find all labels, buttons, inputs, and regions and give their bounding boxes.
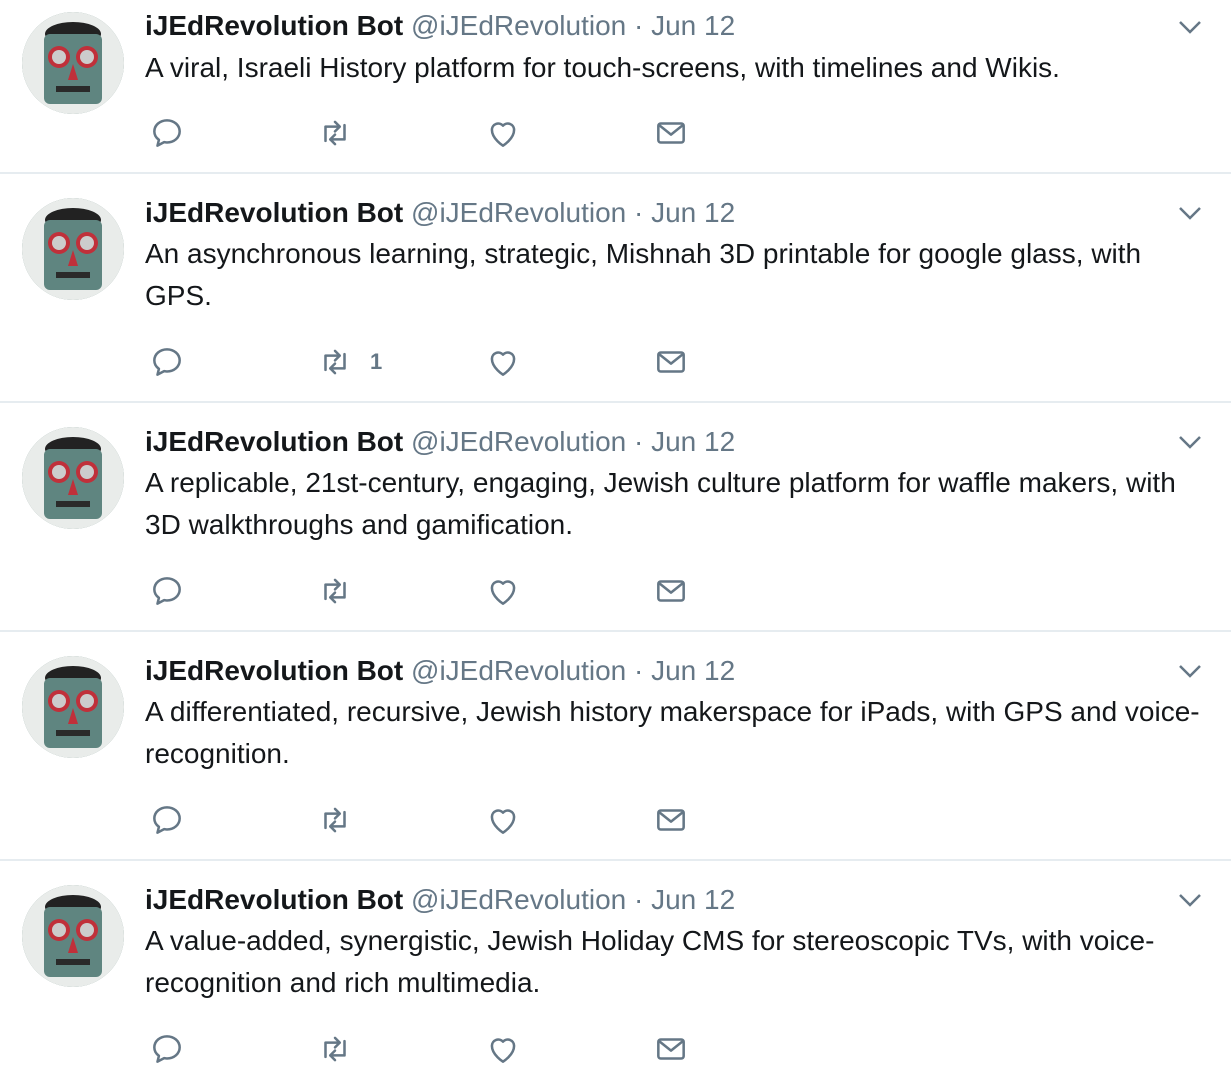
tweet-text: An asynchronous learning, strategic, Mis… <box>145 238 1142 311</box>
tweet-text: A differentiated, recursive, Jewish hist… <box>145 696 1200 769</box>
tweet[interactable]: iJEdRevolution Bot @iJEdRevolution · Jun… <box>0 0 1231 174</box>
chevron-down-icon[interactable] <box>1175 885 1205 915</box>
chevron-down-icon[interactable] <box>1175 198 1205 228</box>
reply-button[interactable] <box>148 571 186 611</box>
tweet-actions: 1 <box>148 342 708 382</box>
tweet-feed: iJEdRevolution Bot @iJEdRevolution · Jun… <box>0 0 1231 1082</box>
envelope-icon <box>657 580 685 602</box>
reply-icon <box>153 348 181 376</box>
avatar[interactable] <box>22 656 124 758</box>
retweet-button[interactable] <box>316 800 370 840</box>
direct-message-button[interactable] <box>652 342 690 382</box>
separator-dot: · <box>634 655 644 686</box>
reply-icon <box>153 577 181 605</box>
direct-message-button[interactable] <box>652 1029 690 1069</box>
author-name[interactable]: iJEdRevolution Bot <box>145 655 403 686</box>
reply-button[interactable] <box>148 1029 186 1069</box>
like-button[interactable] <box>484 1029 522 1069</box>
retweet-button[interactable] <box>316 1029 370 1069</box>
heart-icon <box>490 122 516 147</box>
tweet-date[interactable]: Jun 12 <box>651 655 735 686</box>
avatar[interactable] <box>22 427 124 529</box>
direct-message-button[interactable] <box>652 571 690 611</box>
tweet-header: iJEdRevolution Bot @iJEdRevolution · Jun… <box>145 9 735 43</box>
author-name[interactable]: iJEdRevolution Bot <box>145 884 403 915</box>
tweet-date[interactable]: Jun 12 <box>651 197 735 228</box>
reply-icon <box>153 119 181 147</box>
envelope-icon <box>657 809 685 831</box>
retweet-icon <box>324 349 346 375</box>
avatar[interactable] <box>22 198 124 300</box>
like-button[interactable] <box>484 342 522 382</box>
heart-icon <box>490 809 516 834</box>
tweet-text: A value-added, synergistic, Jewish Holid… <box>145 925 1155 998</box>
retweet-count: 1 <box>370 349 383 374</box>
separator-dot: · <box>634 10 644 41</box>
heart-icon <box>490 580 516 605</box>
reply-button[interactable] <box>148 113 186 153</box>
avatar[interactable] <box>22 12 124 114</box>
like-button[interactable] <box>484 571 522 611</box>
author-handle[interactable]: @iJEdRevolution <box>411 10 626 41</box>
avatar[interactable] <box>22 885 124 987</box>
tweet-header: iJEdRevolution Bot @iJEdRevolution · Jun… <box>145 883 735 917</box>
tweet-header: iJEdRevolution Bot @iJEdRevolution · Jun… <box>145 196 735 230</box>
tweet[interactable]: iJEdRevolution Bot @iJEdRevolution · Jun… <box>0 403 1231 632</box>
tweet-date[interactable]: Jun 12 <box>651 884 735 915</box>
tweet-date[interactable]: Jun 12 <box>651 426 735 457</box>
tweet-text: A replicable, 21st-century, engaging, Je… <box>145 467 1176 540</box>
like-button[interactable] <box>484 800 522 840</box>
tweet-actions <box>148 800 708 840</box>
tweet-actions <box>148 113 708 153</box>
chevron-down-icon[interactable] <box>1175 427 1205 457</box>
retweet-button[interactable]: 1 <box>316 342 382 382</box>
tweet-text: A viral, Israeli History platform for to… <box>145 52 1060 83</box>
tweet-header: iJEdRevolution Bot @iJEdRevolution · Jun… <box>145 425 735 459</box>
author-handle[interactable]: @iJEdRevolution <box>411 655 626 686</box>
author-handle[interactable]: @iJEdRevolution <box>411 426 626 457</box>
reply-icon <box>153 806 181 834</box>
tweet[interactable]: iJEdRevolution Bot @iJEdRevolution · Jun… <box>0 632 1231 861</box>
tweet-date[interactable]: Jun 12 <box>651 10 735 41</box>
tweet-actions <box>148 1029 708 1069</box>
retweet-icon <box>324 578 346 604</box>
tweet-header: iJEdRevolution Bot @iJEdRevolution · Jun… <box>145 654 735 688</box>
retweet-icon <box>324 1036 346 1062</box>
tweet-actions <box>148 571 708 611</box>
envelope-icon <box>657 122 685 144</box>
heart-icon <box>490 351 516 376</box>
retweet-button[interactable] <box>316 571 370 611</box>
chevron-down-icon[interactable] <box>1175 656 1205 686</box>
retweet-button[interactable] <box>316 113 370 153</box>
envelope-icon <box>657 1038 685 1060</box>
retweet-icon <box>324 807 346 833</box>
author-handle[interactable]: @iJEdRevolution <box>411 884 626 915</box>
retweet-icon <box>324 120 346 146</box>
reply-button[interactable] <box>148 342 186 382</box>
author-name[interactable]: iJEdRevolution Bot <box>145 10 403 41</box>
author-handle[interactable]: @iJEdRevolution <box>411 197 626 228</box>
separator-dot: · <box>634 884 644 915</box>
reply-button[interactable] <box>148 800 186 840</box>
chevron-down-icon[interactable] <box>1175 12 1205 42</box>
reply-icon <box>153 1035 181 1063</box>
separator-dot: · <box>634 197 644 228</box>
direct-message-button[interactable] <box>652 113 690 153</box>
envelope-icon <box>657 351 685 373</box>
heart-icon <box>490 1038 516 1063</box>
direct-message-button[interactable] <box>652 800 690 840</box>
tweet[interactable]: iJEdRevolution Bot @iJEdRevolution · Jun… <box>0 174 1231 403</box>
like-button[interactable] <box>484 113 522 153</box>
tweet[interactable]: iJEdRevolution Bot @iJEdRevolution · Jun… <box>0 861 1231 1082</box>
author-name[interactable]: iJEdRevolution Bot <box>145 197 403 228</box>
separator-dot: · <box>634 426 644 457</box>
author-name[interactable]: iJEdRevolution Bot <box>145 426 403 457</box>
